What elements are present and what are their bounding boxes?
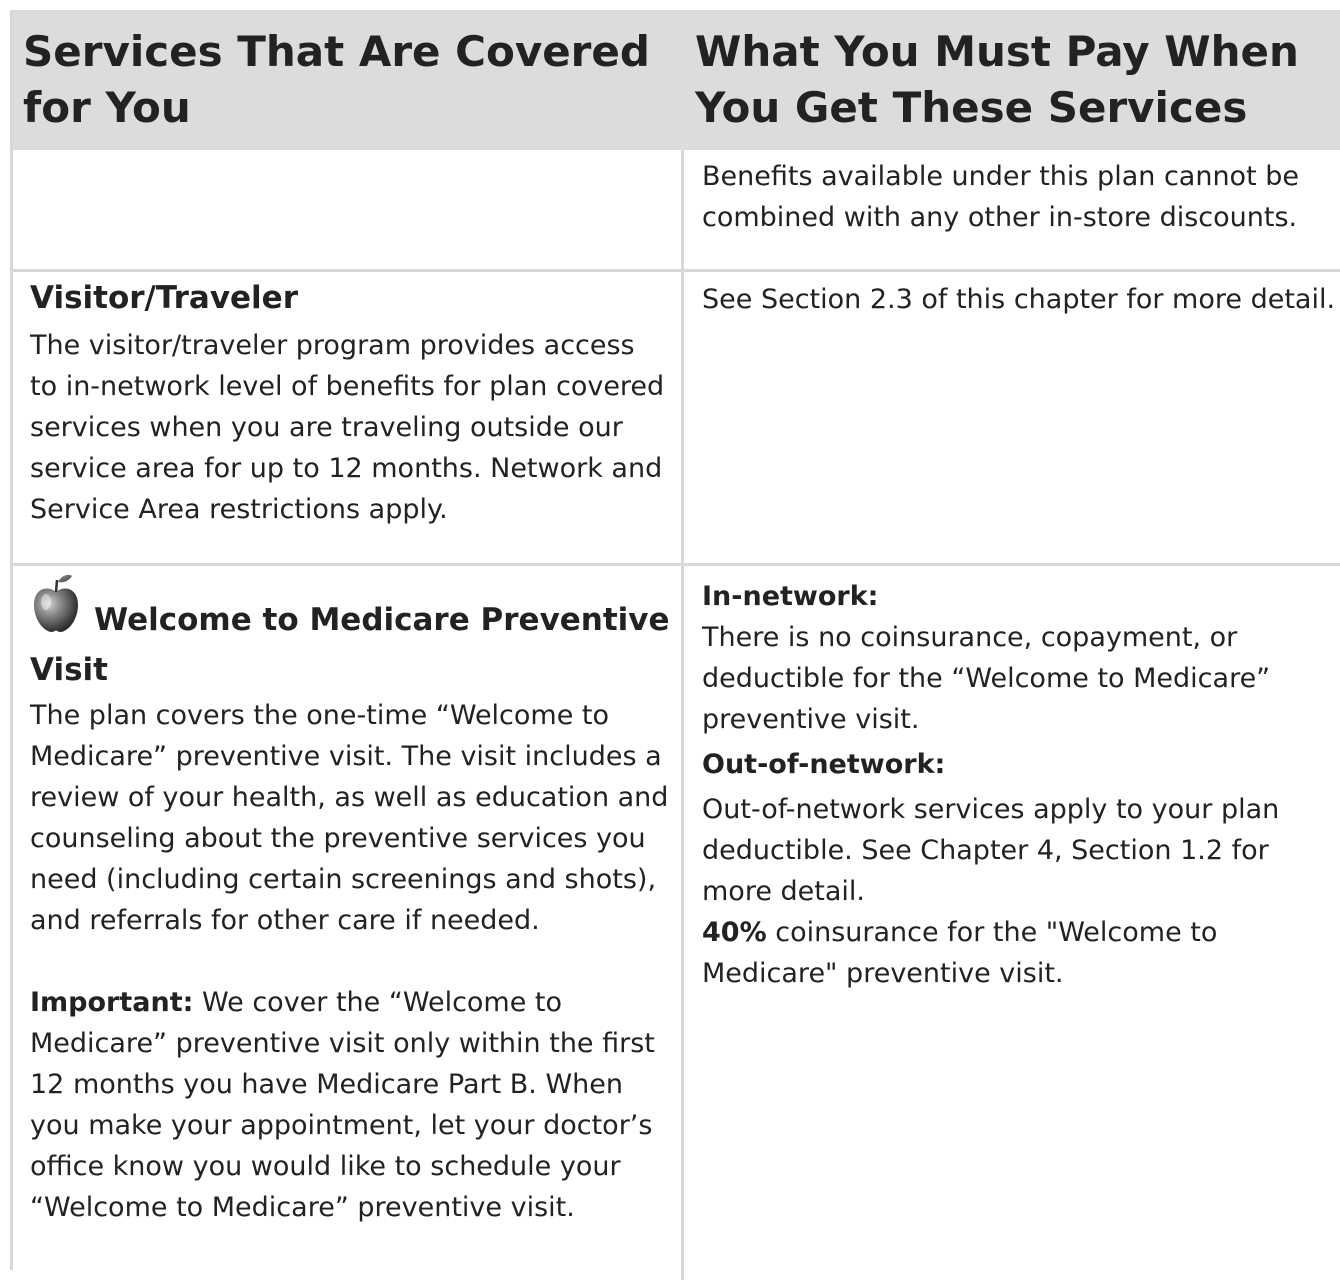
column-divider [681, 150, 684, 1280]
coinsurance-note: 40% coinsurance for the "Welcome to Medi… [702, 912, 1340, 994]
apple-icon [30, 572, 82, 647]
column-header-payment: What You Must Pay When You Get These Ser… [695, 27, 1299, 132]
service-title-text: Welcome to Medicare Preventive Visit [30, 602, 670, 688]
service-title-welcome-visit: Welcome to Medicare Preventive Visit [30, 572, 670, 693]
important-label: Important: [30, 987, 194, 1018]
coinsurance-text: coinsurance for the "Welcome to Medicare… [702, 917, 1218, 989]
table-header: Services That Are Covered for You What Y… [13, 10, 1340, 150]
important-note: Important: We cover the “Welcome to Medi… [30, 982, 670, 1228]
out-of-network-text: Out-of-network services apply to your pl… [702, 794, 1280, 907]
row-2-payment: See Section 2.3 of this chapter for more… [702, 279, 1340, 320]
service-description-visitor-traveler: The visitor/traveler program provides ac… [30, 330, 665, 525]
row-divider [13, 269, 1340, 272]
row-3-service: Welcome to Medicare Preventive Visit The… [30, 572, 670, 1228]
service-description-welcome-visit: The plan covers the one-time “Welcome to… [30, 700, 669, 936]
row-1-payment: Benefits available under this plan canno… [702, 156, 1340, 238]
service-title-visitor-traveler: Visitor/Traveler [30, 280, 298, 316]
out-of-network-label: Out-of-network: [702, 749, 946, 780]
row-2-service: Visitor/Traveler The visitor/traveler pr… [30, 275, 670, 530]
important-text: We cover the “Welcome to Medicare” preve… [30, 987, 655, 1223]
benefits-table: Services That Are Covered for You What Y… [10, 10, 1340, 1280]
row-3-payment: In-network: There is no coinsurance, cop… [702, 576, 1340, 994]
in-store-discount-note: Benefits available under this plan canno… [702, 161, 1299, 233]
column-header-services: Services That Are Covered for You [23, 27, 650, 132]
payment-visitor-traveler: See Section 2.3 of this chapter for more… [702, 284, 1336, 315]
in-network-text: There is no coinsurance, copayment, or d… [702, 622, 1271, 735]
coinsurance-value: 40% [702, 917, 767, 948]
in-network-label: In-network: [702, 581, 879, 612]
row-divider [13, 563, 1340, 566]
